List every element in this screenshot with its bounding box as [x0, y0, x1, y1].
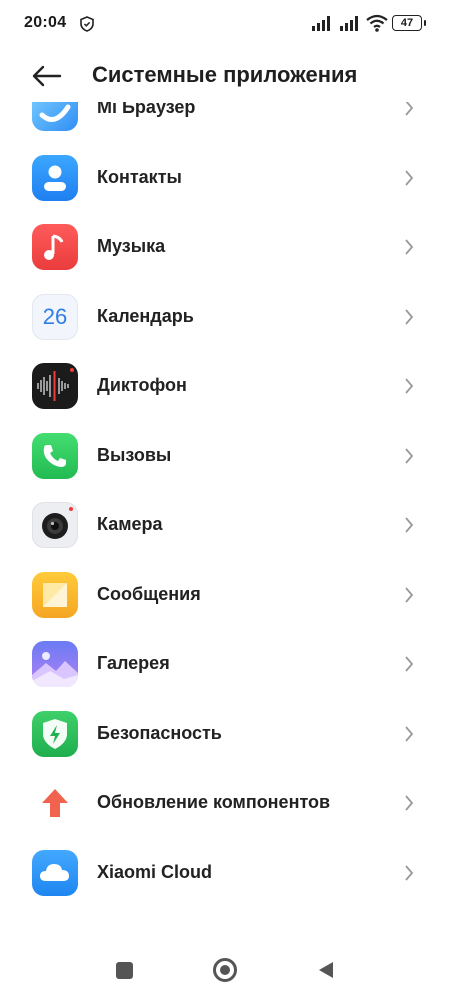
music-icon: [32, 224, 78, 270]
chevron-right-icon: [405, 308, 414, 325]
list-item[interactable]: Вызовы: [0, 421, 450, 491]
app-label: Галерея: [97, 653, 170, 673]
app-label: Контакты: [97, 166, 182, 187]
app-label: Xiaomi Cloud: [97, 861, 213, 882]
chevron-right-icon: [405, 725, 414, 742]
status-time: 20:04: [24, 14, 67, 31]
app-label: Музыка: [97, 236, 166, 256]
list-item[interactable]: Контакты: [0, 143, 450, 213]
app-label: Камера: [97, 514, 163, 534]
app-label: Вызовы: [97, 444, 172, 465]
app-label: Безопасность: [97, 722, 222, 743]
chevron-right-icon: [405, 656, 414, 672]
camera-icon: [32, 502, 78, 548]
list-item[interactable]: Музыка: [0, 212, 450, 282]
chevron-right-icon: [405, 517, 414, 533]
recorder-icon: [32, 363, 78, 409]
recents-button[interactable]: [116, 962, 133, 979]
chevron-right-icon: [405, 864, 414, 881]
status-bar: 20:04 47: [0, 0, 450, 50]
app-list: Mi Браузер Контакты Музыка 26 Календарь: [0, 73, 450, 907]
chevron-right-icon: [405, 586, 414, 603]
page-title: Системные приложения: [92, 62, 358, 87]
calendar-icon: 26: [32, 293, 78, 340]
list-item[interactable]: Xiaomi Cloud: [0, 838, 450, 908]
list-item[interactable]: Обновление компонентов: [0, 768, 450, 838]
list-item[interactable]: 26 Календарь: [0, 282, 450, 352]
home-button[interactable]: [213, 958, 237, 982]
app-label: Обновление компонентов: [97, 792, 331, 812]
list-item[interactable]: Безопасность: [0, 699, 450, 769]
messages-icon: [32, 571, 78, 618]
battery-icon: 47: [392, 15, 426, 31]
app-label: Сообщения: [97, 583, 201, 604]
list-item[interactable]: Диктофон: [0, 351, 450, 421]
app-label: Диктофон: [97, 375, 187, 395]
signal-icon: [340, 16, 358, 31]
chevron-right-icon: [405, 447, 414, 464]
phone-icon: [32, 432, 78, 479]
back-nav-icon[interactable]: [317, 960, 335, 980]
chevron-right-icon: [405, 795, 414, 811]
cloud-icon: [32, 849, 78, 896]
list-item[interactable]: Галерея: [0, 629, 450, 699]
shield-icon: [80, 16, 94, 32]
chevron-right-icon: [405, 378, 414, 394]
update-icon: [32, 780, 78, 826]
header: Системные приложения: [0, 50, 450, 102]
contacts-icon: [32, 154, 78, 201]
back-arrow-icon[interactable]: [30, 60, 64, 92]
gallery-icon: [32, 641, 78, 687]
security-icon: [32, 710, 78, 757]
calendar-date: 26: [42, 303, 68, 329]
wifi-icon: [366, 14, 388, 32]
list-item[interactable]: Камера: [0, 490, 450, 560]
chevron-right-icon: [405, 239, 414, 255]
chevron-right-icon: [405, 169, 414, 186]
list-item[interactable]: Сообщения: [0, 560, 450, 630]
signal-icon: [312, 16, 330, 31]
app-label: Календарь: [97, 305, 194, 326]
